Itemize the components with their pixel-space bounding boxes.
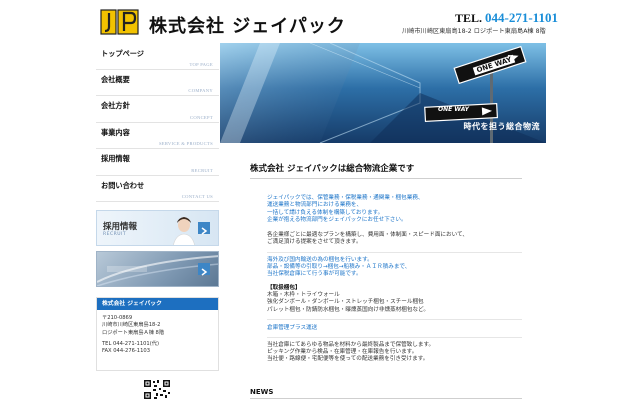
nav-item-concept[interactable]: 会社方針 CONCEPT xyxy=(96,96,219,123)
nav-item-service[interactable]: 事業内容 SERVICE & PRODUCTS xyxy=(96,123,219,149)
nav-sublabel: CONCEPT xyxy=(189,114,213,120)
intro-section: ジェイパックでは、保管業務・保税業務・通関業・梱包業務、 運送業務と物流部門にお… xyxy=(250,195,522,364)
divider xyxy=(267,251,522,253)
main-content: 株式会社 ジェイパックは総合物流企業です ジェイパックでは、保管業務・保税業務・… xyxy=(250,162,522,364)
packing-heading: 【取扱梱包】 xyxy=(267,284,301,291)
company-address-2: ロジポート東扇島Ａ棟 8階 xyxy=(102,329,165,336)
nav-sublabel: RECRUIT xyxy=(191,167,213,173)
warehouse-line: 当社便・路線便・宅配便等を使っての配送業務を引き受けます。 xyxy=(267,356,429,363)
tel-number: 044-271-1101 xyxy=(485,10,558,25)
news-heading: NEWS xyxy=(250,388,522,399)
one-way-sign-text: ONE WAY xyxy=(438,106,470,113)
nav-sublabel: TOP PAGE xyxy=(189,61,213,67)
company-tel: TEL 044-271-1101(代) xyxy=(102,340,159,347)
header-address: 川崎市川崎区東扇島18-2 ロジポート東扇島A棟 8階 xyxy=(402,28,546,35)
company-name-logo[interactable]: 株式会社 ジェイパック xyxy=(149,12,346,38)
nav-label: お問い合わせ xyxy=(101,180,145,190)
hero-image: ONE WAY ONE WAY 時代を担う総合物流 xyxy=(220,43,546,143)
intro-blue-line: 運送業務と物流部門における業務を、 xyxy=(267,202,363,209)
nav-label: 採用情報 xyxy=(101,154,130,163)
nav-label: トップページ xyxy=(101,49,144,58)
company-info-box: 株式会社 ジェイパック 〒210-0869 川崎市川崎区東扇島18-2 ロジポー… xyxy=(96,297,219,371)
qr-code-icon xyxy=(143,379,171,400)
hero-caption: 時代を担う総合物流 xyxy=(463,122,540,131)
recruit-banner[interactable]: 採用情報 RECRUIT xyxy=(96,210,219,246)
arrow-right-icon xyxy=(198,222,210,235)
nav-item-company[interactable]: 会社概要 COMPANY xyxy=(96,70,219,96)
recruit-banner-title: 採用情報 xyxy=(103,222,138,232)
packing-blue-line: 海外及び国内輸送の為の梱包を行います。 xyxy=(267,256,373,263)
divider xyxy=(267,318,522,320)
person-photo-icon xyxy=(173,217,195,245)
company-fax: FAX 044-276-1103 xyxy=(102,348,151,355)
nav-item-top[interactable]: トップページ TOP PAGE xyxy=(96,43,219,70)
nav-label: 会社方針 xyxy=(101,101,130,110)
packing-item: パレット梱包・防錆防水梱包・曝燻蒸国向け非燻蒸材梱包など。 xyxy=(267,306,429,313)
site-header: 株式会社 ジェイパック TEL. 044-271-1101 川崎市川崎区東扇島1… xyxy=(0,0,640,42)
recruit-banner-sub: RECRUIT xyxy=(103,232,127,237)
nav-label: 事業内容 xyxy=(101,127,130,137)
packing-item: 強化ダンボール・ダンボール・ストレッチ梱包・スチール梱包 xyxy=(267,299,424,306)
company-address-1: 川崎市川崎区東扇島18-2 xyxy=(102,322,161,329)
divider xyxy=(267,336,522,338)
header-tel: TEL. 044-271-1101 xyxy=(455,10,558,26)
packing-blue-line: 当社保税倉庫にて行う事が可能です。 xyxy=(267,271,362,278)
company-logo-icon[interactable] xyxy=(100,9,140,35)
nav-sublabel: CONTACT US xyxy=(181,194,213,199)
page-title: 株式会社 ジェイパックは総合物流企業です xyxy=(250,162,522,179)
nav-item-recruit[interactable]: 採用情報 RECRUIT xyxy=(96,149,219,176)
nav-sublabel: COMPANY xyxy=(188,88,213,93)
company-info-heading: 株式会社 ジェイパック xyxy=(97,298,218,310)
nav-sublabel: SERVICE & PRODUCTS xyxy=(158,141,213,146)
contact-banner[interactable] xyxy=(96,251,219,287)
nav-label: 会社概要 xyxy=(101,74,130,84)
sidebar-nav: トップページ TOP PAGE 会社概要 COMPANY 会社方針 CONCEP… xyxy=(96,43,219,202)
tel-label: TEL. xyxy=(455,11,483,25)
nav-item-contact[interactable]: お問い合わせ CONTACT US xyxy=(96,176,219,202)
intro-blue-line: 一括して請け負える体制を構築しております。 xyxy=(267,209,384,216)
intro-text-line: ご満足頂ける提案をさせて頂きます。 xyxy=(267,239,362,246)
intro-blue-line: 企業が抱える物流部門をジェイパックにお任せ下さい。 xyxy=(267,216,407,223)
warehouse-heading: 倉庫管理プラス運送 xyxy=(267,324,318,331)
arrow-right-icon xyxy=(198,263,210,276)
